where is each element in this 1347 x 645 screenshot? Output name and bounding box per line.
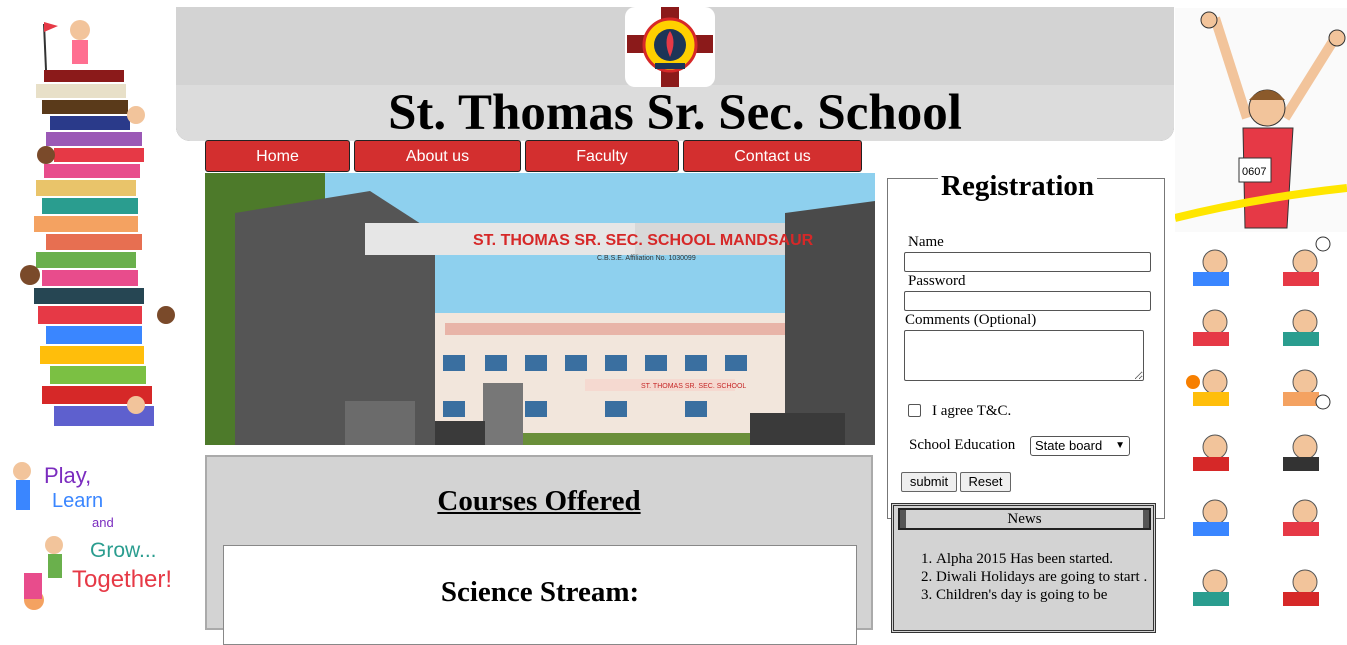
runner-illustration: 0607 xyxy=(1175,8,1347,232)
agree-checkbox[interactable] xyxy=(908,404,921,417)
page-title: St. Thomas Sr. Sec. School xyxy=(388,85,962,141)
svg-text:0607: 0607 xyxy=(1242,166,1266,178)
nav-about-us[interactable]: About us xyxy=(354,140,521,172)
comments-textarea[interactable] xyxy=(904,330,1144,381)
school-logo xyxy=(625,7,715,87)
agree-label: I agree T&C. xyxy=(932,403,1012,419)
svg-text:Learn: Learn xyxy=(52,490,103,512)
news-header: News xyxy=(898,508,1151,530)
nav-faculty[interactable]: Faculty xyxy=(525,140,679,172)
books-kids-illustration xyxy=(6,10,176,438)
svg-text:C.B.S.E. Affiliation No. 10300: C.B.S.E. Affiliation No. 1030099 xyxy=(597,255,696,262)
submit-button[interactable]: submit xyxy=(901,472,957,492)
svg-text:ST. THOMAS SR. SEC. SCHOOL: ST. THOMAS SR. SEC. SCHOOL xyxy=(641,383,746,390)
course-card: Science Stream: xyxy=(223,545,857,645)
courses-section: Courses Offered Science Stream: xyxy=(205,455,873,645)
school-building-photo: ST. THOMAS SR. SEC. SCHOOL ST. THOMAS SR… xyxy=(205,173,875,445)
svg-text:and: and xyxy=(92,515,114,530)
svg-text:Grow...: Grow... xyxy=(90,539,157,562)
news-item: Children's day is going to be xyxy=(936,586,1154,604)
news-panel: News Alpha 2015 Has been started. Diwali… xyxy=(891,503,1156,633)
education-label: School Education xyxy=(909,437,1016,453)
registration-form: Registration Name Password Comments (Opt… xyxy=(887,170,1165,519)
site-header: St. Thomas Sr. Sec. School xyxy=(176,7,1174,141)
name-label: Name xyxy=(908,234,944,250)
comments-label: Comments (Optional) xyxy=(905,312,1037,328)
svg-text:ST. THOMAS SR. SEC. SCHOOL MAN: ST. THOMAS SR. SEC. SCHOOL MANDSAUR xyxy=(473,232,814,249)
courses-title: Courses Offered xyxy=(437,485,641,517)
play-learn-grow-illustration: Play, Learn and Grow... Together! xyxy=(4,455,176,623)
education-select[interactable]: State board ▼ xyxy=(1030,436,1130,456)
name-field[interactable] xyxy=(904,252,1151,272)
registration-legend: Registration xyxy=(938,170,1098,202)
password-field[interactable] xyxy=(904,291,1151,311)
sports-kids-illustration xyxy=(1175,232,1347,623)
news-list: Alpha 2015 Has been started. Diwali Holi… xyxy=(894,550,1154,604)
nav-contact-us[interactable]: Contact us xyxy=(683,140,862,172)
education-select-value: State board xyxy=(1035,438,1103,453)
news-item: Diwali Holidays are going to start . xyxy=(936,568,1154,586)
nav-home[interactable]: Home xyxy=(205,140,350,172)
password-label: Password xyxy=(908,273,966,289)
news-title: News xyxy=(906,510,1143,528)
svg-text:Play,: Play, xyxy=(44,463,91,488)
svg-text:Together!: Together! xyxy=(72,566,172,593)
news-item: Alpha 2015 Has been started. xyxy=(936,550,1154,568)
stream-title: Science Stream: xyxy=(440,576,640,608)
reset-button[interactable]: Reset xyxy=(960,472,1011,492)
chevron-down-icon: ▼ xyxy=(1115,440,1125,451)
